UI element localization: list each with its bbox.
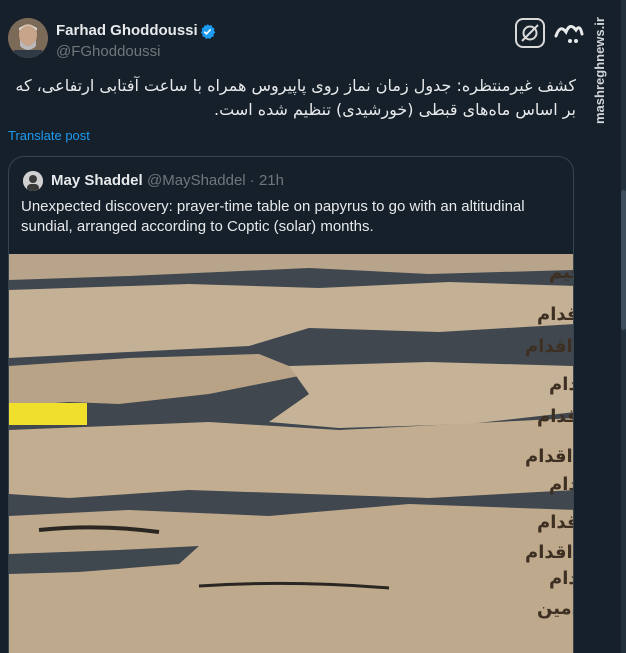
translate-post-link[interactable]: Translate post (8, 128, 90, 143)
source-watermark: mashreghnews.ir (592, 17, 607, 124)
post: Farhad Ghoddoussi @FGhoddoussi کشف غیرمن… (0, 0, 590, 653)
papyrus-photo[interactable]: بسم الله الرحمن الرحيم توت الظهر سته اقدا… (9, 254, 574, 653)
papyrus-line: بشنس الظهر ثلثه اقدام (549, 568, 574, 589)
quoted-author-avatar[interactable] (23, 171, 43, 191)
post-text-line: بر اساس ماه‌های قبطی (خورشیدی) تنظیم شده… (214, 100, 576, 119)
papyrus-line: برمهات الظهر خمسه اقدام (537, 512, 574, 533)
post-text-line: کشف غیرمنتظره: جدول زمان نماز روی پاپیرو… (15, 76, 576, 95)
papyrus-line: بونه الظهر قدمين (537, 598, 574, 619)
author-avatar[interactable] (8, 18, 48, 58)
scrollbar-thumb[interactable] (621, 190, 626, 330)
author-handle[interactable]: @FGhoddoussi (56, 43, 160, 60)
post-text: کشف غیرمنتظره: جدول زمان نماز روی پاپیرو… (8, 74, 576, 122)
verified-badge-icon (199, 23, 216, 40)
papyrus-line: هتور الظهر سبعه اقدام (549, 374, 574, 395)
quoted-author-handle-time[interactable]: @MayShaddel · 21h (147, 172, 284, 189)
mashregh-logo (552, 14, 586, 50)
papyrus-line: برموده الظهر اربعه اقدام (525, 542, 574, 563)
quoted-post-text: Unexpected discovery: prayer-time table … (21, 198, 525, 235)
papyrus-line: بسم الله الرحمن الرحيم (549, 262, 574, 283)
quoted-post[interactable]: May Shaddel @MayShaddel · 21h Unexpected… (8, 156, 574, 653)
papyrus-line: بابه الظهر سبعه اقدام (525, 336, 574, 357)
grok-icon[interactable] (515, 18, 545, 48)
yellow-label (9, 403, 87, 425)
papyrus-line: كيهك الظهر ثمانيه اقدام (537, 406, 574, 427)
author-name[interactable]: Farhad Ghoddoussi (56, 22, 198, 39)
papyrus-line: توت الظهر سته اقدام (537, 304, 574, 325)
quoted-author-name[interactable]: May Shaddel (51, 172, 143, 189)
papyrus-line: طوبه الظهر سبعه اقدام (525, 446, 574, 467)
papyrus-line: امشير الظهر سته اقدام (549, 474, 574, 495)
